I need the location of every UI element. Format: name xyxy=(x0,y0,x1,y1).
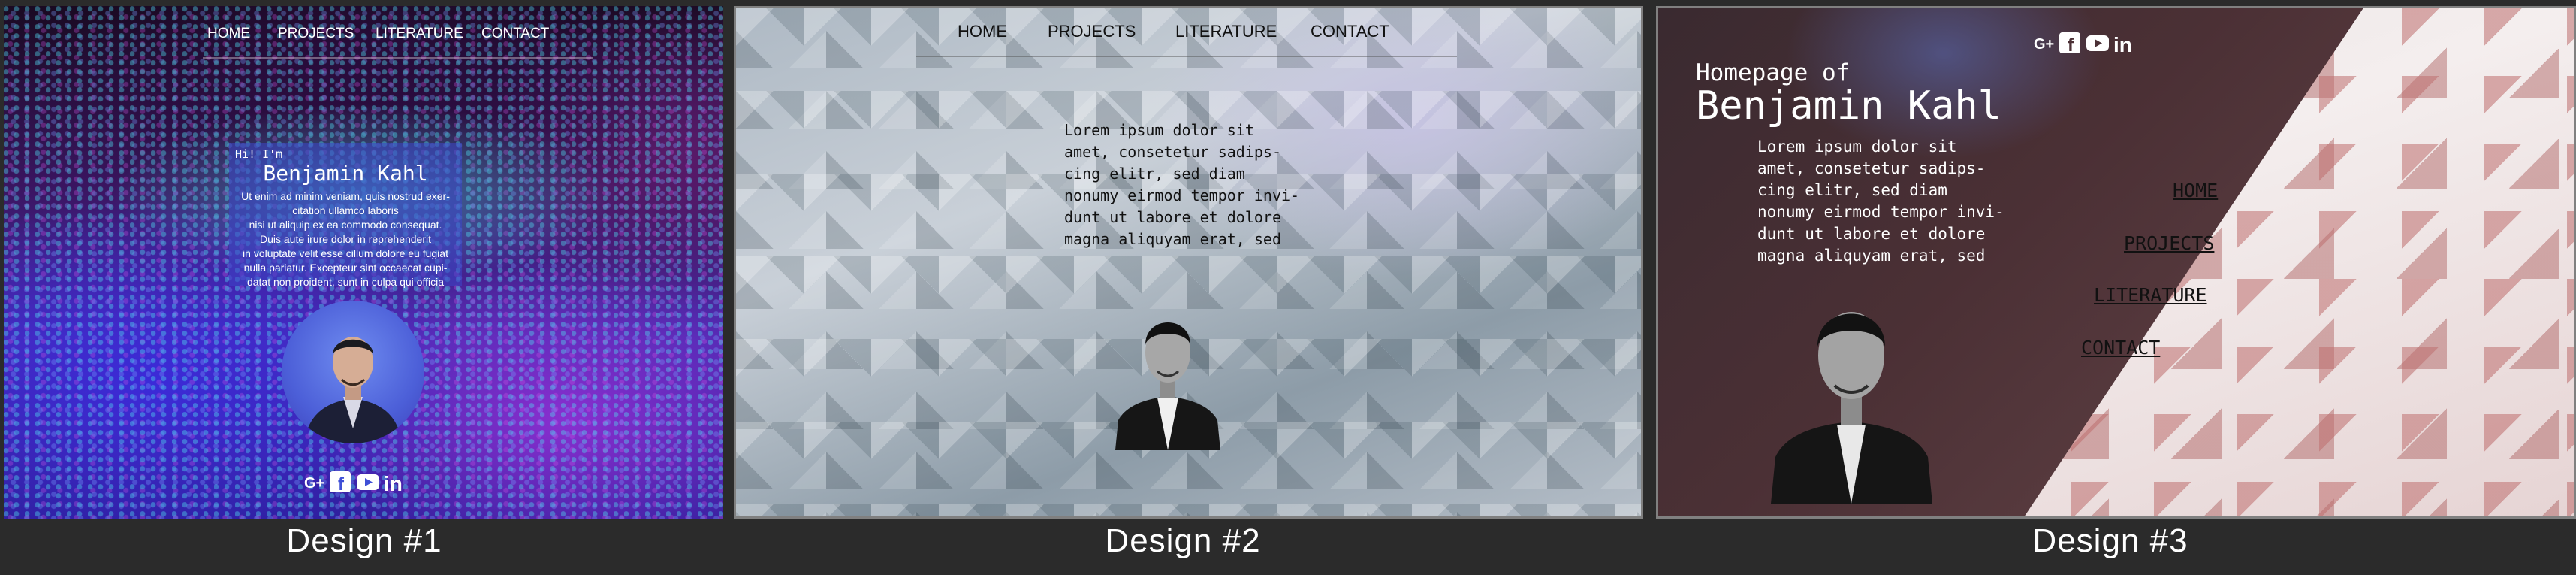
paragraph-line: Duis aute irure dolor in reprehenderit xyxy=(259,233,431,245)
paragraph-line: magna aliquyam erat, sed xyxy=(1064,230,1281,248)
svg-text:G+: G+ xyxy=(304,475,324,492)
menu-home[interactable]: HOME xyxy=(2173,180,2218,201)
social-links: G+ f in xyxy=(304,468,409,495)
design-2-nav: HOME PROJECTS LITERATURE CONTACT xyxy=(916,8,1457,57)
paragraph-line: in voluptate velit esse cillum dolore eu… xyxy=(243,247,448,259)
linkedin-icon[interactable]: in xyxy=(2113,33,2132,56)
portrait-icon xyxy=(1771,312,1932,504)
paragraph-line: datat non proident, sunt in culpa qui of… xyxy=(246,276,445,288)
menu-projects[interactable]: PROJECTS xyxy=(2124,232,2214,254)
menu-contact[interactable]: CONTACT xyxy=(2081,337,2160,359)
paragraph-line: cing elitr, sed diam xyxy=(1064,165,1245,183)
design-2-panel: HOME PROJECTS LITERATURE CONTACT Lorem i… xyxy=(734,6,1643,519)
portrait-photo xyxy=(1771,280,1932,504)
paragraph-line: nulla pariatur. Excepteur sint occaecat … xyxy=(243,262,448,274)
facebook-icon[interactable]: f xyxy=(330,471,351,495)
intro-paragraph: Lorem ipsum dolor sit amet, consetetur s… xyxy=(1064,120,1350,250)
facebook-icon[interactable]: f xyxy=(2059,32,2080,56)
nav-literature[interactable]: LITERATURE xyxy=(376,26,463,42)
design-2-caption: Design #2 xyxy=(1105,522,1261,559)
youtube-icon[interactable] xyxy=(2086,35,2109,51)
svg-text:f: f xyxy=(338,474,345,495)
intro-paragraph: Lorem ipsum dolor sit amet, consetetur s… xyxy=(1757,136,2028,267)
linkedin-icon[interactable]: in xyxy=(384,472,403,495)
paragraph-line: cing elitr, sed diam xyxy=(1757,181,1947,199)
svg-text:G+: G+ xyxy=(2034,36,2054,53)
design-1-panel: HOME PROJECTS LITERATURE CONTACT Hi! I'm… xyxy=(4,6,723,519)
name-heading: Benjamin Kahl xyxy=(263,161,428,186)
design-3-panel: G+ f in Homepage of Benjamin Kahl Lorem … xyxy=(1656,6,2576,519)
social-links: G+ f in xyxy=(2034,29,2139,56)
nav-contact[interactable]: CONTACT xyxy=(481,26,549,42)
design-3-caption: Design #3 xyxy=(2032,522,2188,559)
paragraph-line: nisi ut aliquip ex ea commodo consequat. xyxy=(249,219,442,231)
portrait-icon xyxy=(304,337,402,443)
menu-literature[interactable]: LITERATURE xyxy=(2094,284,2207,306)
intro-box: Hi! I'm Benjamin Kahl Ut enim ad minim v… xyxy=(229,143,462,289)
google-plus-icon[interactable]: G+ xyxy=(2034,36,2054,53)
paragraph-line: Lorem ipsum dolor sit xyxy=(1064,121,1254,139)
paragraph-line: citation ullamco laboris xyxy=(292,204,399,216)
nav-literature[interactable]: LITERATURE xyxy=(1175,22,1277,41)
nav-home[interactable]: HOME xyxy=(958,22,1007,41)
greeting: Hi! I'm xyxy=(235,147,283,161)
nav-home[interactable]: HOME xyxy=(207,26,250,42)
svg-text:in: in xyxy=(2113,33,2132,56)
paragraph-line: nonumy eirmod tempor invi- xyxy=(1064,186,1300,204)
portrait-icon xyxy=(1115,322,1220,450)
paragraph-line: magna aliquyam erat, sed xyxy=(1757,247,1986,265)
svg-text:in: in xyxy=(384,472,403,495)
name-heading: Benjamin Kahl xyxy=(1696,83,2001,129)
paragraph-line: amet, consetetur sadips- xyxy=(1757,159,1986,177)
paragraph-line: dunt ut labore et dolore xyxy=(1757,225,1986,243)
paragraph-line: amet, consetetur sadips- xyxy=(1064,143,1281,161)
google-plus-icon[interactable]: G+ xyxy=(304,475,324,492)
design-1-caption: Design #1 xyxy=(286,522,442,559)
paragraph-line: dunt ut labore et dolore xyxy=(1064,208,1281,226)
nav-contact[interactable]: CONTACT xyxy=(1311,22,1389,41)
paragraph-line: Lorem ipsum dolor sit xyxy=(1757,138,1957,156)
svg-text:f: f xyxy=(2068,35,2074,56)
nav-projects[interactable]: PROJECTS xyxy=(1048,22,1136,41)
youtube-icon[interactable] xyxy=(357,474,379,490)
homepage-subtitle: Homepage of xyxy=(1696,59,1851,86)
portrait-photo xyxy=(1115,300,1220,450)
intro-paragraph: Ut enim ad minim veniam, quis nostrud ex… xyxy=(237,189,454,289)
paragraph-line: Ut enim ad minim veniam, quis nostrud ex… xyxy=(241,190,450,202)
nav-projects[interactable]: PROJECTS xyxy=(278,26,354,42)
portrait-photo xyxy=(282,301,424,443)
paragraph-line: nonumy eirmod tempor invi- xyxy=(1757,203,2004,221)
design-1-nav: HOME PROJECTS LITERATURE CONTACT xyxy=(203,20,593,59)
